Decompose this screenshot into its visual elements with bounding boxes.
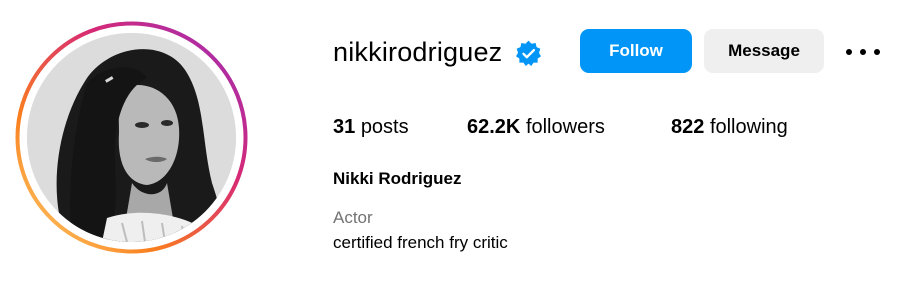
username: nikkirodriguez bbox=[333, 37, 503, 67]
avatar[interactable] bbox=[15, 21, 248, 254]
followers-number: 62.2K bbox=[467, 116, 521, 138]
posts-number: 31 bbox=[333, 116, 356, 138]
profile-photo bbox=[27, 33, 236, 242]
dot bbox=[846, 49, 852, 55]
following-number: 822 bbox=[671, 116, 705, 138]
verified-badge-icon bbox=[516, 40, 541, 66]
dot bbox=[860, 49, 866, 55]
followers-label: followers bbox=[525, 116, 605, 138]
posts-label: posts bbox=[360, 116, 409, 138]
bio-text: certified french fry critic bbox=[333, 233, 508, 252]
following-label: following bbox=[709, 116, 788, 138]
posts-count: 31 posts bbox=[333, 114, 409, 140]
dot bbox=[874, 49, 880, 55]
following-link[interactable]: 822 following bbox=[671, 114, 788, 140]
full-name: Nikki Rodriguez bbox=[333, 169, 462, 188]
message-button[interactable]: Message bbox=[704, 29, 824, 73]
category-label: Actor bbox=[333, 208, 373, 227]
more-options-icon[interactable] bbox=[846, 40, 880, 64]
follow-button[interactable]: Follow bbox=[580, 29, 692, 73]
followers-link[interactable]: 62.2K followers bbox=[467, 114, 605, 140]
